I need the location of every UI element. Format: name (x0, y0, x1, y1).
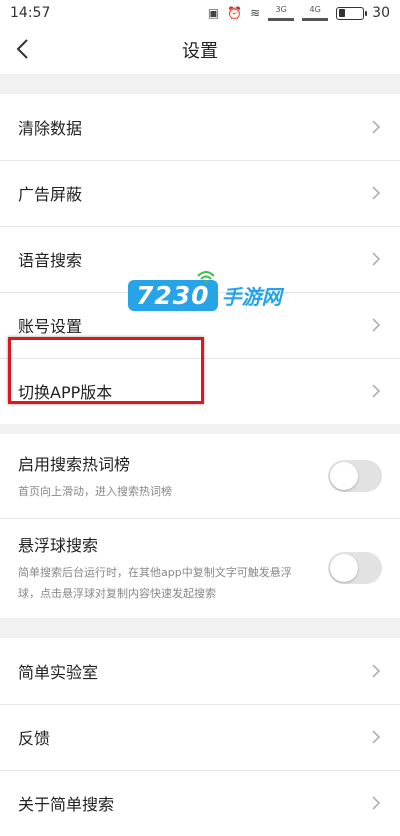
settings-group-basic: 清除数据 广告屏蔽 语音搜索 账号设置 切换APP版本 (0, 94, 400, 424)
setting-label: 广告屏蔽 (18, 185, 83, 204)
settings-group-about: 简单实验室 反馈 关于简单搜索 (0, 638, 400, 836)
setting-label: 切换APP版本 (18, 383, 113, 402)
chevron-right-icon (372, 664, 381, 678)
alarm-icon: ⏰ (227, 6, 243, 20)
setting-texts: 启用搜索热词榜 首页向上滑动，进入搜索热词榜 (18, 451, 310, 502)
signal-3g-label: 3G (275, 4, 287, 14)
toggle-knob (330, 462, 358, 490)
chevron-right-icon (372, 730, 381, 744)
setting-description: 简单搜索后台运行时，在其他app中复制文字可触发悬浮球，点击悬浮球对复制内容快速… (18, 566, 292, 600)
page-title: 设置 (182, 41, 218, 62)
hot-words-toggle[interactable] (328, 460, 382, 492)
signal-4g-label: 4G (309, 4, 321, 14)
chevron-right-icon (372, 252, 381, 266)
setting-texts: 悬浮球搜索 简单搜索后台运行时，在其他app中复制文字可触发悬浮球，点击悬浮球对… (18, 532, 310, 604)
status-bar: 14:57 ▣ ⏰ ≋ 3G 4G 30 (0, 0, 400, 26)
setting-label: 反馈 (18, 729, 51, 748)
setting-label: 语音搜索 (18, 251, 83, 270)
battery-icon (336, 6, 368, 20)
section-gap (0, 74, 400, 94)
chevron-right-icon (372, 120, 381, 134)
settings-group-toggles: 启用搜索热词榜 首页向上滑动，进入搜索热词榜 悬浮球搜索 简单搜索后台运行时，在… (0, 434, 400, 618)
setting-label: 关于简单搜索 (18, 795, 115, 814)
setting-clear-data[interactable]: 清除数据 (0, 94, 400, 160)
setting-floating-ball: 悬浮球搜索 简单搜索后台运行时，在其他app中复制文字可触发悬浮球，点击悬浮球对… (0, 518, 400, 618)
data-transfer-icon: ≋ (250, 6, 261, 20)
setting-label: 启用搜索热词榜 (18, 454, 131, 474)
page-header: 设置 (0, 26, 400, 74)
section-gap (0, 424, 400, 434)
section-gap (0, 618, 400, 638)
battery-level: 30 (372, 5, 390, 21)
status-time: 14:57 (10, 5, 51, 21)
setting-ad-block[interactable]: 广告屏蔽 (0, 160, 400, 226)
setting-feedback[interactable]: 反馈 (0, 704, 400, 770)
setting-label: 账号设置 (18, 317, 83, 336)
signal-3g-icon: 3G (268, 4, 295, 21)
setting-switch-app-version[interactable]: 切换APP版本 (0, 358, 400, 424)
setting-label: 清除数据 (18, 119, 83, 138)
setting-description: 首页向上滑动，进入搜索热词榜 (18, 484, 172, 498)
setting-hot-words: 启用搜索热词榜 首页向上滑动，进入搜索热词榜 (0, 434, 400, 518)
back-arrow-icon[interactable] (12, 37, 36, 61)
setting-about[interactable]: 关于简单搜索 (0, 770, 400, 836)
setting-label: 悬浮球搜索 (18, 536, 99, 555)
signal-4g-icon: 4G (302, 4, 329, 21)
robot-icon: ▣ (207, 6, 220, 20)
setting-label: 简单实验室 (18, 663, 99, 682)
chevron-right-icon (372, 384, 381, 398)
setting-lab[interactable]: 简单实验室 (0, 638, 400, 704)
floating-ball-toggle[interactable] (328, 552, 382, 584)
setting-account[interactable]: 账号设置 (0, 292, 400, 358)
chevron-right-icon (372, 318, 381, 332)
setting-voice-search[interactable]: 语音搜索 (0, 226, 400, 292)
chevron-right-icon (372, 796, 381, 810)
toggle-knob (330, 554, 358, 582)
status-icons: ▣ ⏰ ≋ 3G 4G 30 (208, 5, 390, 21)
chevron-right-icon (372, 186, 381, 200)
